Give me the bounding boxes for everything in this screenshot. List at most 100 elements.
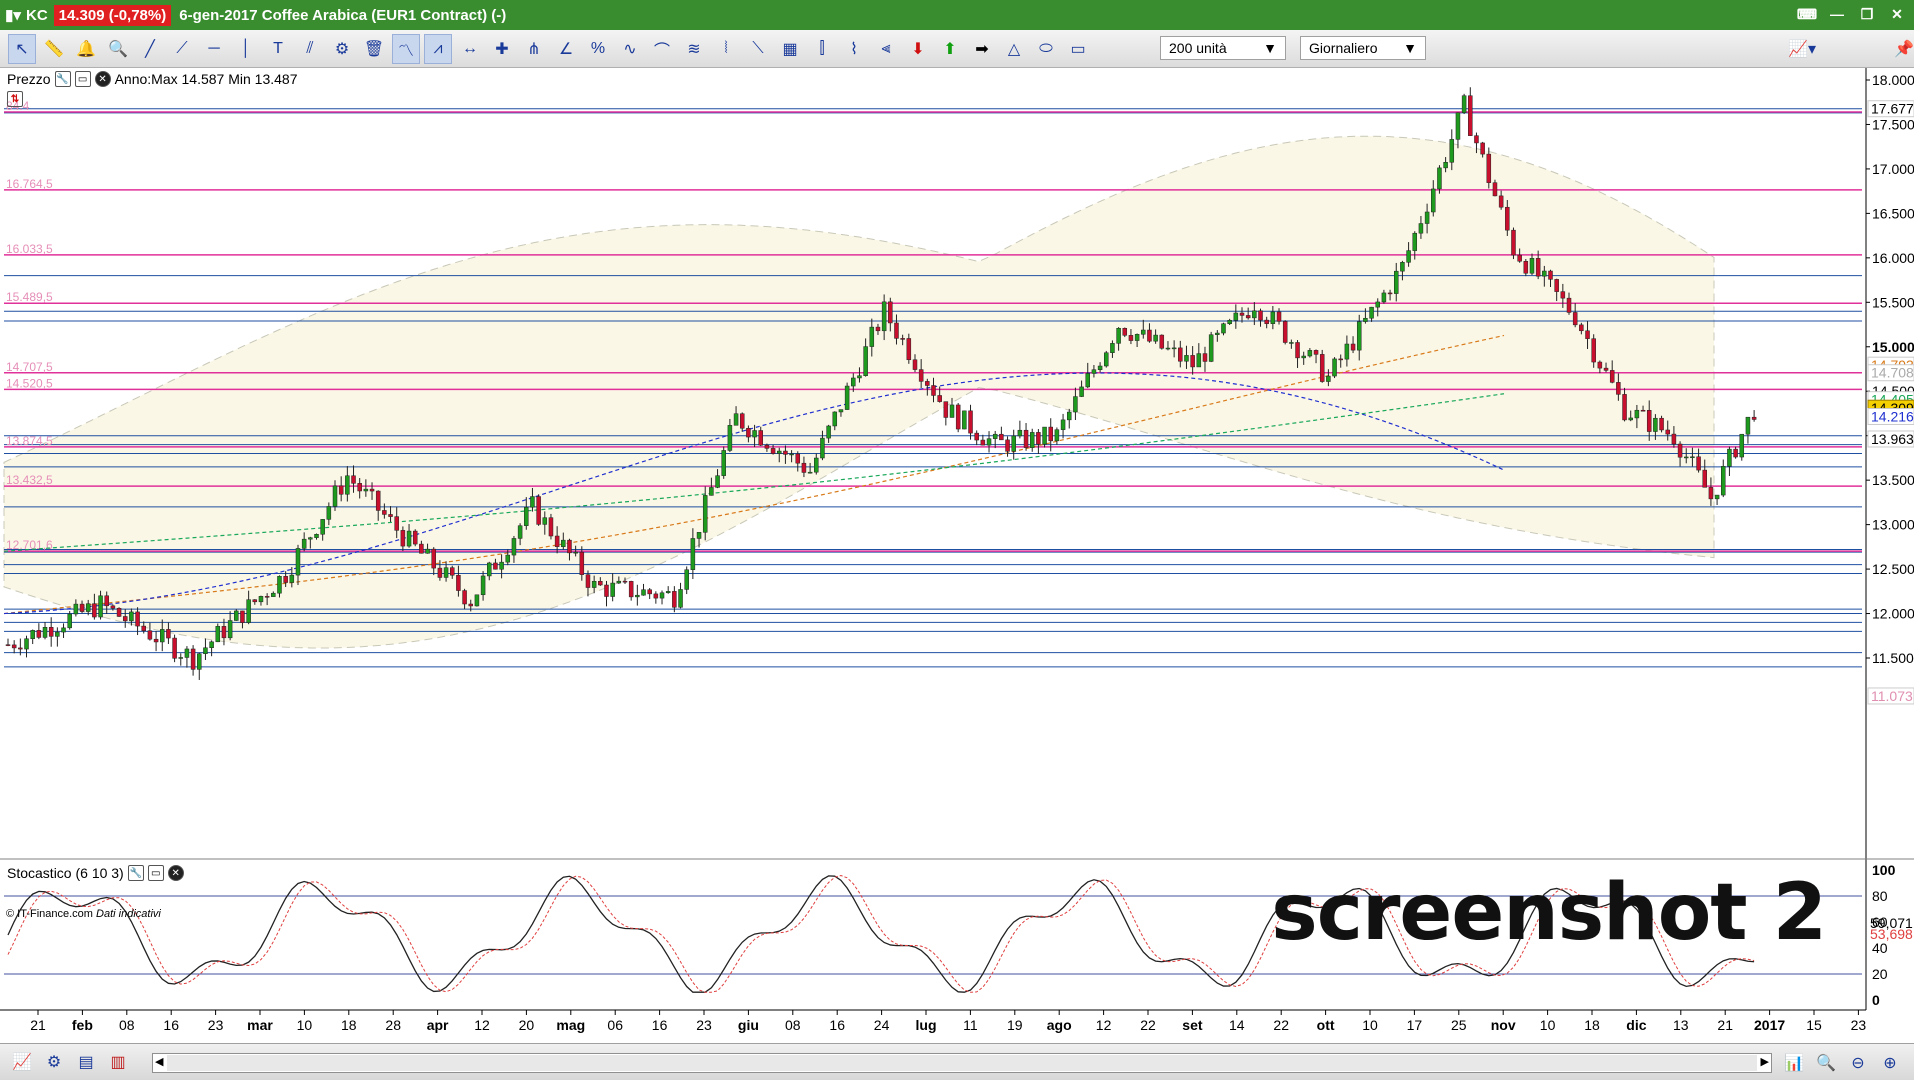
candle-body bbox=[141, 625, 146, 631]
price-chart[interactable]: 84.416.764,516.033,515.489,514.707,514.5… bbox=[0, 68, 1914, 860]
candle-body bbox=[462, 590, 467, 605]
hline-icon[interactable]: ─ bbox=[200, 34, 228, 64]
indicator-settings-icon[interactable]: ⚙ bbox=[40, 1047, 68, 1077]
ray-icon[interactable]: ⟋ bbox=[168, 34, 196, 64]
speed-icon[interactable]: ⫿ bbox=[808, 34, 836, 64]
chart-icon[interactable]: 📈 bbox=[8, 1047, 36, 1077]
candle-body bbox=[308, 537, 313, 540]
candle-body bbox=[1498, 195, 1504, 208]
candle-body bbox=[943, 401, 949, 418]
grid-icon[interactable]: ▦ bbox=[776, 34, 804, 64]
candle-body bbox=[881, 301, 887, 332]
price-tick-label: 11.500 bbox=[1872, 650, 1914, 666]
refresh-icon-box[interactable]: ⇅ bbox=[4, 90, 26, 108]
candle-body bbox=[42, 627, 48, 638]
window-icon[interactable]: ▭ bbox=[147, 865, 164, 881]
candle-body bbox=[1073, 396, 1078, 413]
pitchfork-icon[interactable]: ⋔ bbox=[520, 34, 548, 64]
window-icon[interactable]: ▭ bbox=[74, 71, 91, 87]
cross-icon[interactable]: ✚ bbox=[488, 34, 516, 64]
zoom-in-icon[interactable]: ⊕ bbox=[1876, 1048, 1904, 1078]
percent-icon[interactable]: % bbox=[584, 34, 612, 64]
ruler-icon[interactable]: 📏 bbox=[40, 34, 68, 64]
chart-area[interactable]: 84.4 16.764,5 16.033,5 15.489,5 14.707,5 14.5… bbox=[0, 68, 1914, 1043]
candle-body bbox=[1560, 291, 1566, 299]
measure-icon[interactable]: ↔ bbox=[456, 34, 484, 64]
candle bbox=[172, 634, 177, 663]
indicator-icon[interactable]: 〽 bbox=[392, 33, 420, 64]
candle bbox=[1332, 357, 1337, 379]
close-icon[interactable]: ✕ bbox=[94, 71, 111, 87]
candle-body bbox=[73, 603, 79, 615]
text-icon[interactable]: T bbox=[264, 34, 292, 64]
horizontal-scrollbar[interactable]: ◀ ▶ bbox=[152, 1053, 1772, 1073]
x-tick-label: 16 bbox=[163, 1017, 179, 1033]
pointer-icon[interactable]: ↖ bbox=[8, 33, 36, 64]
channel-icon[interactable]: ⫽ bbox=[296, 34, 324, 64]
candle-body bbox=[61, 627, 66, 633]
trendline-icon[interactable]: ╱ bbox=[136, 34, 164, 64]
wrench-icon[interactable]: 🔧 bbox=[54, 71, 71, 87]
candle-body bbox=[1375, 301, 1380, 308]
restore-icon[interactable]: ❐ bbox=[1856, 4, 1878, 24]
rectangle-icon[interactable]: ▭ bbox=[1064, 34, 1092, 64]
candle-body bbox=[1727, 448, 1732, 467]
app-menu-icon[interactable]: ▮▾ bbox=[0, 0, 26, 30]
arrow-up-icon[interactable]: ⬆ bbox=[936, 34, 964, 64]
units-select[interactable]: 200 unità ▼ bbox=[1160, 36, 1286, 60]
arrow-down-icon[interactable]: ⬇ bbox=[904, 34, 932, 64]
minimize-icon[interactable]: — bbox=[1826, 4, 1848, 24]
candle-body bbox=[1628, 417, 1633, 421]
zoom-out-icon[interactable]: ⊖ bbox=[1844, 1048, 1872, 1078]
candle-body bbox=[937, 395, 942, 402]
settings-icon[interactable]: ⚙ bbox=[328, 34, 356, 64]
pin-icon[interactable]: 📌 bbox=[1890, 34, 1914, 64]
gann-fan-icon[interactable]: ⫷ bbox=[872, 34, 900, 64]
trading-app: ▮▾ KC 14.309 (-0,78%) 6-gen-2017 Coffee … bbox=[0, 0, 1914, 1080]
table-icon[interactable]: ▤ bbox=[72, 1047, 100, 1077]
wrench-icon[interactable]: 🔧 bbox=[127, 865, 144, 881]
candle-body bbox=[1245, 315, 1251, 319]
period-select[interactable]: Giornaliero ▼ bbox=[1300, 36, 1426, 60]
candle-body bbox=[1023, 429, 1029, 448]
arc-icon[interactable]: ⌒ bbox=[648, 34, 676, 64]
x-tick-label: 22 bbox=[1273, 1017, 1289, 1033]
gann-icon[interactable]: ∠ bbox=[552, 34, 580, 64]
trash-icon[interactable]: 🗑 bbox=[360, 34, 388, 64]
candle-body bbox=[1461, 95, 1467, 113]
candle-body bbox=[1646, 410, 1652, 432]
compare-icon[interactable]: 📊 bbox=[1780, 1048, 1808, 1078]
scroll-left-icon[interactable]: ◀ bbox=[155, 1055, 163, 1068]
triangle-icon[interactable]: △ bbox=[1000, 34, 1028, 64]
fib-label: 16.033,5 bbox=[6, 242, 53, 256]
scroll-thumb[interactable] bbox=[167, 1055, 1757, 1071]
candle bbox=[1104, 350, 1109, 368]
keyboard-icon[interactable]: ⌨ bbox=[1796, 4, 1818, 24]
close-icon[interactable]: ✕ bbox=[167, 865, 184, 881]
spiral-icon[interactable]: ⌇ bbox=[840, 34, 868, 64]
ellipse-icon[interactable]: ⬭ bbox=[1032, 34, 1060, 64]
refresh-icon[interactable]: ⇅ bbox=[7, 91, 23, 107]
candle-body bbox=[1147, 329, 1152, 342]
stoch-tick-label: 40 bbox=[1872, 940, 1888, 956]
arrow-right-icon[interactable]: ➡ bbox=[968, 34, 996, 64]
cycles-icon[interactable]: ⦚ bbox=[712, 34, 740, 64]
fib-icon[interactable]: ⩘ bbox=[424, 33, 452, 64]
chart-type-icon[interactable]: 📈▾ bbox=[1780, 34, 1824, 64]
wave-icon[interactable]: ∿ bbox=[616, 34, 644, 64]
x-tick-label: 21 bbox=[30, 1017, 46, 1033]
close-icon[interactable]: ✕ bbox=[1886, 4, 1908, 24]
x-tick-label: feb bbox=[72, 1017, 93, 1033]
bars-icon[interactable]: ▥ bbox=[104, 1047, 132, 1077]
candle-body bbox=[197, 653, 202, 670]
scroll-right-icon[interactable]: ▶ bbox=[1761, 1055, 1769, 1068]
candle-body bbox=[579, 551, 585, 575]
bell-icon[interactable]: 🔔 bbox=[72, 34, 100, 64]
regression-icon[interactable]: ⟍ bbox=[744, 34, 772, 64]
zoom-icon[interactable]: 🔍 bbox=[104, 34, 132, 64]
fan-icon[interactable]: ≋ bbox=[680, 34, 708, 64]
zoom-fit-icon[interactable]: 🔍 bbox=[1812, 1048, 1840, 1078]
vline-icon[interactable]: │ bbox=[232, 34, 260, 64]
candle-body bbox=[1468, 95, 1473, 136]
candle-body bbox=[1005, 439, 1010, 452]
